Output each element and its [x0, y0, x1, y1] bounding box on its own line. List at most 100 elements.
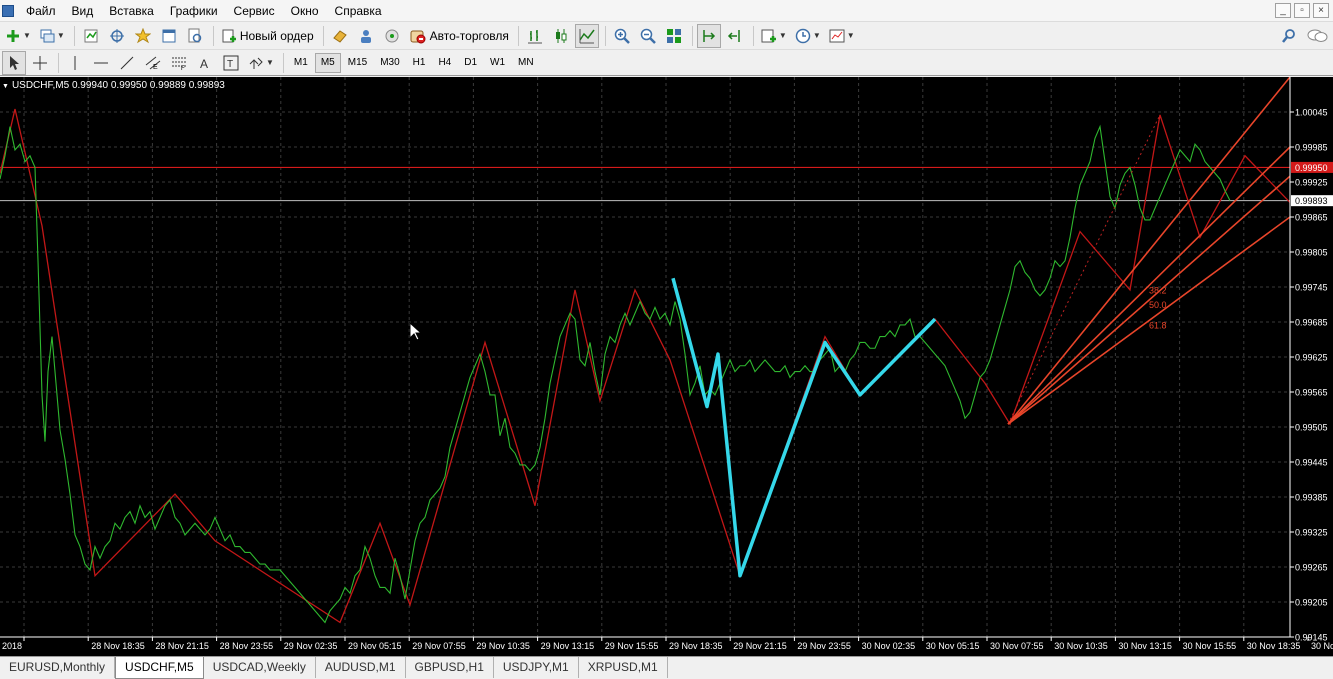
close-button[interactable]: ×	[1313, 3, 1329, 18]
price-tick-label: 0.99865	[1295, 213, 1328, 223]
chart-tab[interactable]: AUDUSD,M1	[316, 657, 406, 678]
text-label-button[interactable]: T	[219, 51, 243, 75]
timeframe-m30-button[interactable]: M30	[374, 53, 405, 73]
strategy-tester-button[interactable]	[183, 24, 207, 48]
menu-insert[interactable]: Вставка	[101, 0, 162, 22]
metaeditor-button[interactable]	[328, 24, 352, 48]
terminal-button[interactable]	[157, 24, 181, 48]
price-tick-label: 0.99985	[1295, 143, 1328, 153]
app-icon[interactable]	[2, 4, 14, 17]
fan-trendline[interactable]	[1007, 114, 1161, 425]
toolbar-separator	[322, 25, 324, 46]
new-order-button[interactable]: Новый ордер	[218, 24, 317, 48]
crosshair-tool-button[interactable]	[28, 51, 52, 75]
timeframe-h4-button[interactable]: H4	[432, 53, 457, 73]
chart-window[interactable]: 38.2 50.0 61.8 1.00045 0.99985 0.99925 0.9986…	[0, 77, 1333, 656]
current-price-label: 0.99893	[1295, 196, 1328, 206]
market-watch-button[interactable]	[79, 24, 103, 48]
timeframe-m15-button[interactable]: M15	[342, 53, 373, 73]
search-button[interactable]	[1277, 24, 1301, 48]
navigator-button[interactable]	[131, 24, 155, 48]
horizontal-line-button[interactable]	[89, 51, 113, 75]
menu-help[interactable]: Справка	[327, 0, 390, 22]
fibonacci-button[interactable]: F	[167, 51, 191, 75]
timeframe-h1-button[interactable]: H1	[407, 53, 432, 73]
bar-chart-button[interactable]	[523, 24, 547, 48]
vertical-line-button[interactable]	[63, 51, 87, 75]
crosshair-target-icon	[109, 28, 124, 43]
timeframe-d1-button[interactable]: D1	[458, 53, 483, 73]
toolbar-separator	[212, 25, 214, 46]
time-tick-label: 30 Nov 21:15	[1311, 641, 1333, 651]
horizontal-line-icon	[94, 62, 108, 63]
price-tick-label: 0.99565	[1295, 388, 1328, 398]
templates-button[interactable]: ▼	[826, 24, 858, 48]
timeframe-w1-button[interactable]: W1	[484, 53, 511, 73]
svg-text:E: E	[153, 64, 158, 71]
cursor-tool-button[interactable]	[2, 50, 26, 75]
arrows-tool-button[interactable]: ▼	[245, 51, 277, 75]
auto-scroll-button[interactable]	[696, 23, 721, 48]
price-chart[interactable]: 38.250.061.8 1.00045 0.99985 0.99925 0.9986…	[0, 77, 1333, 656]
line-chart-button[interactable]	[574, 23, 599, 48]
trendline-icon	[120, 56, 134, 69]
time-tick-label: 29 Nov 18:35	[669, 641, 723, 651]
text-tool-button[interactable]: A	[193, 51, 217, 75]
chart-tab[interactable]: EURUSD,Monthly	[0, 657, 116, 678]
profiles-button[interactable]: ▼	[36, 24, 68, 48]
zoom-out-icon	[640, 28, 656, 44]
symbol-menu-icon[interactable]: ▼	[2, 83, 9, 90]
menu-view[interactable]: Вид	[64, 0, 102, 22]
fan-level-label: 61.8	[1149, 321, 1167, 331]
timeframe-mn-button[interactable]: MN	[512, 53, 540, 73]
timeframe-buttons: M1 M5 M15 M30 H1 H4 D1 W1 MN	[288, 52, 541, 73]
autotrading-button[interactable]: Авто-торговля	[406, 24, 512, 48]
community-button[interactable]	[354, 24, 378, 48]
chart-shift-icon	[727, 29, 740, 42]
indicators-button[interactable]: ▼	[758, 24, 790, 48]
restore-button[interactable]: ▫	[1294, 3, 1310, 18]
menu-window[interactable]: Окно	[283, 0, 327, 22]
chart-tab[interactable]: XRPUSD,M1	[579, 657, 668, 678]
zoom-in-icon	[614, 28, 630, 44]
menu-charts[interactable]: Графики	[162, 0, 226, 22]
tile-windows-button[interactable]	[662, 24, 686, 48]
zoom-in-button[interactable]	[610, 24, 634, 48]
new-chart-button[interactable]: ▼	[2, 24, 34, 48]
periods-button[interactable]: ▼	[792, 24, 824, 48]
time-tick-label: 30 Nov 15:55	[1183, 641, 1237, 651]
fibonacci-fan[interactable]: 38.250.061.8	[1007, 77, 1291, 425]
zoom-out-button[interactable]	[636, 24, 660, 48]
chart-shift-button[interactable]	[723, 24, 747, 48]
menu-file[interactable]: Файл	[18, 0, 64, 22]
price-lines	[0, 166, 1290, 202]
chart-tab[interactable]: USDJPY,M1	[494, 657, 579, 678]
templates-icon	[829, 29, 845, 42]
chevron-down-icon: ▼	[266, 58, 274, 67]
profiles-icon	[40, 29, 55, 42]
timeframe-m5-button[interactable]: M5	[314, 52, 341, 73]
signals-button[interactable]	[380, 24, 404, 48]
menu-tools[interactable]: Сервис	[226, 0, 283, 22]
equidistant-channel-button[interactable]: E	[141, 51, 165, 75]
arrows-icon	[249, 57, 263, 69]
time-tick-label: 30 Nov 13:15	[1118, 641, 1172, 651]
time-tick-label: 29 Nov 07:55	[412, 641, 466, 651]
fan-ray[interactable]	[1007, 77, 1291, 425]
chart-tab[interactable]: USDCHF,M5	[115, 657, 204, 679]
candlestick-button[interactable]	[549, 24, 573, 48]
price-tick-label: 0.99205	[1295, 598, 1328, 608]
minimize-button[interactable]: _	[1275, 3, 1291, 18]
trendline-button[interactable]	[115, 51, 139, 75]
zigzag-line	[0, 108, 1291, 624]
data-window-button[interactable]	[105, 24, 129, 48]
svg-text:T: T	[227, 59, 233, 70]
chart-tab[interactable]: GBPUSD,H1	[406, 657, 494, 678]
chart-tab[interactable]: USDCAD,Weekly	[204, 657, 316, 678]
toolbar-separator	[282, 52, 284, 73]
chat-button[interactable]	[1303, 24, 1331, 48]
menu-bar: Файл Вид Вставка Графики Сервис Окно Спр…	[0, 0, 1333, 22]
chevron-down-icon: ▼	[778, 31, 787, 40]
chart-grid	[0, 77, 1309, 638]
timeframe-m1-button[interactable]: M1	[288, 53, 314, 73]
